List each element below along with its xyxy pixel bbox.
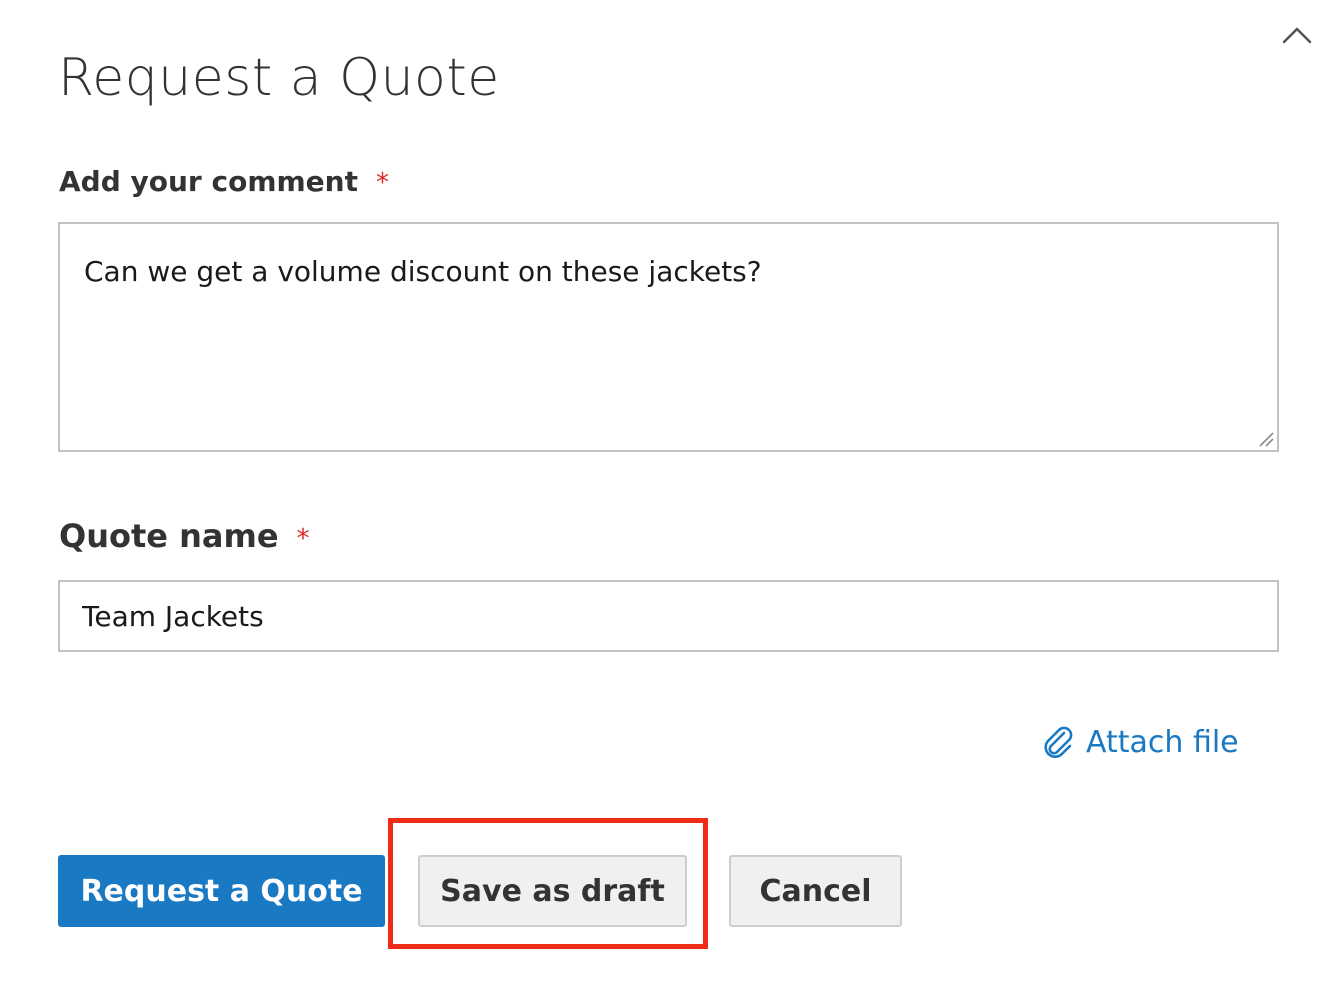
attach-file-label: Attach file: [1086, 724, 1239, 760]
request-quote-button[interactable]: Request a Quote: [58, 855, 385, 927]
required-asterisk: *: [375, 168, 389, 198]
cancel-button[interactable]: Cancel: [729, 855, 902, 927]
comment-textarea[interactable]: Can we get a volume discount on these ja…: [58, 222, 1279, 452]
comment-label: Add your comment *: [59, 162, 389, 203]
quote-name-label: Quote name *: [59, 514, 310, 561]
comment-label-text: Add your comment: [59, 165, 358, 198]
quote-name-label-text: Quote name: [59, 517, 279, 555]
resize-handle-icon[interactable]: [1256, 429, 1274, 447]
save-as-draft-button[interactable]: Save as draft: [418, 855, 687, 927]
paperclip-icon: [1040, 724, 1076, 760]
collapse-button[interactable]: [1280, 22, 1314, 48]
attach-file-link[interactable]: Attach file: [1040, 718, 1239, 766]
chevron-up-icon: [1282, 27, 1312, 44]
required-asterisk: *: [296, 524, 310, 554]
quote-name-input[interactable]: [58, 580, 1279, 652]
page-title: Request a Quote: [58, 48, 500, 108]
comment-text: Can we get a volume discount on these ja…: [84, 255, 762, 288]
